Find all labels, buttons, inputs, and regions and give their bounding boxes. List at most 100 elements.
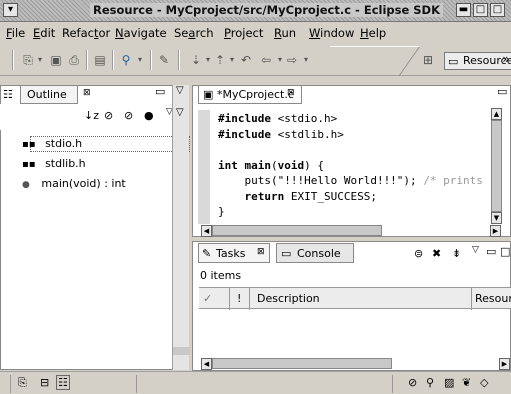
code-area[interactable]: #include <stdio.h> #include <stdlib.h> int… (218, 112, 488, 222)
dropdown-icon[interactable]: ▽ (176, 107, 184, 118)
editor-tab-label: *MyCproject.c (217, 88, 294, 101)
list-item[interactable]: ▪▪ stdlib.h (22, 156, 86, 172)
menu-bar: File Edit Refactor Navigate Search Proje… (0, 22, 511, 44)
status-separator (10, 375, 11, 393)
tasks-horizontal-scrollbar[interactable]: ◀ ▶ (201, 358, 511, 370)
view-menu-icon[interactable]: ▽ (176, 85, 184, 96)
scroll-thumb[interactable] (212, 225, 382, 236)
list-item[interactable]: ● main(void) : int (22, 176, 126, 192)
fast-view-icon[interactable]: ⎘ (18, 376, 27, 390)
perspective-overflow[interactable]: » (498, 52, 511, 66)
window-menu-button[interactable]: ▾ (3, 3, 18, 17)
menu-search[interactable]: Search (174, 26, 214, 40)
status-separator (392, 375, 393, 393)
minimize-view-icon[interactable]: ▭ (486, 245, 496, 258)
new-dropdown-icon[interactable]: ▾ (32, 53, 48, 67)
hide-fields-icon[interactable]: ⊘ (104, 109, 113, 122)
search-dropdown-icon[interactable]: ▾ (132, 53, 148, 67)
restore-button[interactable]: □ (490, 3, 505, 17)
hide-static-icon[interactable]: ⊘ (124, 109, 133, 122)
show-view-icon[interactable]: ☷ (56, 375, 70, 390)
maximize-button[interactable]: □ (473, 3, 488, 17)
column-divider (229, 288, 230, 310)
code-line: #include <stdio.h> (218, 112, 338, 125)
outline-fast-view-icon[interactable]: ⊟ (40, 376, 49, 389)
sort-icon[interactable]: ↓z (84, 109, 99, 122)
minimize-view-icon[interactable]: ▭ (155, 85, 165, 98)
c-file-icon: ▣ (203, 88, 214, 101)
code-line: } (218, 205, 225, 218)
perspective-icon: ▭ (448, 55, 459, 68)
forward-dropdown-icon[interactable]: ▾ (298, 53, 314, 67)
minimize-button[interactable]: ▬ (456, 3, 471, 17)
menu-refactor[interactable]: Refactor (62, 26, 110, 40)
items-count: 0 items (200, 269, 242, 282)
view-menu-icon[interactable]: ▽ (472, 245, 479, 255)
build-icon[interactable]: ▤ (92, 53, 108, 67)
status-bar: ⎘ ⊟ ☷ ⊘ ⚲ ▨ ❦ ◇ (0, 371, 511, 394)
column-header-priority[interactable]: ! (237, 292, 241, 305)
toolbar-separator (86, 50, 88, 70)
scroll-right-icon[interactable]: ▶ (490, 225, 501, 237)
scroll-right-icon[interactable]: ▶ (499, 358, 510, 370)
column-divider (249, 288, 250, 310)
tasks-icon: ✎ (202, 247, 212, 260)
code-line: return EXIT_SUCCESS; (244, 189, 377, 203)
search-icon[interactable]: ⚲ (426, 376, 434, 389)
tab-tasks[interactable]: ✎ Tasks ⊠ (198, 243, 270, 263)
link-icon[interactable]: ⊘ (408, 376, 417, 389)
menu-run[interactable]: Run (274, 26, 296, 40)
toolbar-separator (12, 50, 14, 70)
title-bar: ▾ Resource - MyCproject/src/MyCproject.c… (0, 0, 511, 22)
tasks-table-header: ✓ ! Description Resour (199, 287, 511, 310)
scroll-thumb[interactable] (212, 358, 392, 369)
side-strip: ▽ ▽ (172, 85, 190, 370)
code-line: int main(void) { (218, 158, 324, 172)
minimize-view-icon[interactable]: ▭ (497, 85, 507, 98)
add-task-icon[interactable]: ⇟ (452, 247, 461, 260)
scroll-up-icon[interactable]: ▲ (491, 108, 502, 120)
pencil-icon[interactable]: ✎ (156, 53, 172, 67)
print-icon[interactable]: ⎙ (66, 53, 82, 67)
toolbar-divider-curve (309, 46, 421, 76)
scroll-thumb[interactable] (491, 120, 502, 212)
open-perspective-icon[interactable]: ⊞ (420, 53, 436, 67)
tab-console[interactable]: ▭ Console (276, 243, 354, 263)
editor-horizontal-scrollbar[interactable]: ◀ ▶ (201, 225, 501, 237)
close-icon[interactable]: ⊠ (287, 88, 295, 98)
hide-nonpublic-icon[interactable]: ● (144, 109, 154, 122)
close-icon[interactable]: ⊠ (257, 247, 265, 257)
diamond-icon[interactable]: ◇ (480, 376, 488, 389)
outline-tree: ▪▪ stdio.h ▪▪ stdlib.h ● main(void) : in… (22, 136, 190, 206)
tasks-tab-label: Tasks (216, 247, 246, 260)
editor-vertical-scrollbar[interactable]: ▲ ▼ (491, 108, 502, 226)
menu-file[interactable]: File (6, 26, 25, 40)
scroll-left-icon[interactable]: ◀ (201, 225, 212, 237)
column-header-description[interactable]: Description (257, 292, 320, 305)
toolbar: ⎘ ▾ ▣ ⎙ ▤ ⚲ ▾ ✎ ⇣ ▾ ⇡ ▾ ↶ ⇦ ▾ ⇨ ▾ ⊞ ▭ Re… (0, 44, 511, 76)
console-icon: ▭ (281, 247, 292, 260)
save-icon[interactable]: ▣ (48, 53, 64, 67)
scroll-down-icon[interactable]: ▼ (491, 212, 502, 224)
maximize-view-icon[interactable]: □ (500, 245, 510, 258)
bug-icon[interactable]: ❦ (462, 376, 471, 389)
tab-editor[interactable]: ▣ *MyCproject.c ⊠ (198, 86, 302, 104)
tab-outline[interactable]: ☷ Outline ⊠ (3, 86, 91, 104)
last-edit-icon[interactable]: ↶ (238, 53, 254, 67)
menu-help[interactable]: Help (360, 26, 386, 40)
toolbar-separator (112, 50, 114, 70)
column-header-completed[interactable]: ✓ (203, 292, 212, 305)
menu-navigate[interactable]: Navigate (115, 26, 167, 40)
image-icon[interactable]: ▨ (444, 376, 454, 389)
list-item[interactable]: ▪▪ stdio.h (22, 136, 82, 152)
menu-window[interactable]: Window (309, 26, 354, 40)
filter-icon[interactable]: ⊜ (414, 247, 423, 260)
column-header-resource[interactable]: Resour (475, 292, 511, 305)
scroll-left-icon[interactable]: ◀ (201, 358, 212, 370)
window-title: Resource - MyCproject/src/MyCproject.c -… (90, 3, 444, 17)
delete-icon[interactable]: ✖ (432, 247, 441, 260)
menu-edit[interactable]: Edit (33, 26, 55, 40)
menu-project[interactable]: Project (224, 26, 263, 40)
include-icon: ▪▪ (22, 139, 36, 150)
close-icon[interactable]: ⊠ (83, 88, 91, 98)
